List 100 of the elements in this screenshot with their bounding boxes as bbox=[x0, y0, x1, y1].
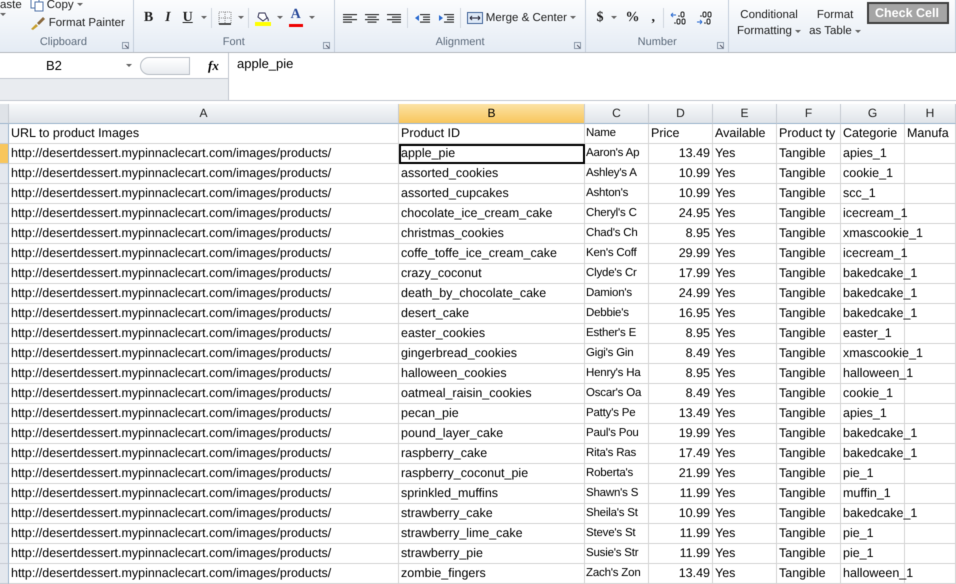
formula-bar-resize-handle[interactable] bbox=[140, 56, 190, 74]
table-cell: Tangible bbox=[779, 566, 826, 580]
table-cell: http://desertdessert.mypinnaclecart.com/images/products/ bbox=[11, 326, 332, 340]
number-format-button[interactable]: , bbox=[647, 10, 659, 26]
row-header[interactable] bbox=[0, 224, 9, 244]
row-header[interactable] bbox=[0, 164, 9, 184]
column-header[interactable]: G bbox=[841, 104, 905, 124]
bold-button[interactable]: B bbox=[140, 10, 158, 26]
column-header[interactable]: F bbox=[777, 104, 841, 124]
row-header[interactable] bbox=[0, 144, 9, 164]
table-cell: Yes bbox=[715, 386, 736, 400]
row-header[interactable] bbox=[0, 204, 9, 224]
align-left-button[interactable] bbox=[340, 11, 359, 25]
column-header[interactable]: H bbox=[905, 104, 956, 124]
table-cell: strawberry_pie bbox=[401, 546, 483, 560]
table-cell: http://desertdessert.mypinnaclecart.com/images/products/ bbox=[11, 426, 332, 440]
currency-button[interactable]: $ bbox=[592, 10, 608, 26]
table-cell: Yes bbox=[715, 286, 736, 300]
table-cell: gingerbread_cookies bbox=[401, 346, 518, 360]
table-cell: 29.99 bbox=[678, 246, 710, 260]
table-cell: 10.99 bbox=[678, 166, 710, 180]
table-cell: Rita's Ras bbox=[586, 447, 636, 459]
table-cell: 24.95 bbox=[678, 206, 710, 220]
row-header[interactable] bbox=[0, 424, 9, 444]
column-header[interactable]: B bbox=[399, 104, 585, 124]
table-cell: http://desertdessert.mypinnaclecart.com/images/products/ bbox=[11, 246, 332, 260]
table-cell: Manufa bbox=[907, 126, 949, 140]
table-cell: 8.95 bbox=[686, 226, 710, 240]
dialog-launcher-icon[interactable] bbox=[322, 42, 330, 49]
table-cell: http://desertdessert.mypinnaclecart.com/images/products/ bbox=[11, 446, 332, 460]
table-cell: 24.99 bbox=[678, 286, 710, 300]
merge-center-button[interactable]: Merge & Center bbox=[464, 11, 578, 25]
row-header[interactable] bbox=[0, 124, 9, 144]
select-all-button[interactable] bbox=[0, 104, 9, 124]
table-cell: Yes bbox=[715, 566, 736, 580]
table-cell: URL to product Images bbox=[11, 126, 140, 140]
row-header[interactable] bbox=[0, 364, 9, 384]
table-cell: Yes bbox=[715, 406, 736, 420]
table-cell: easter_1 bbox=[843, 326, 892, 340]
row-header[interactable] bbox=[0, 444, 9, 464]
table-cell: 19.99 bbox=[678, 426, 710, 440]
table-cell: zombie_fingers bbox=[401, 566, 486, 580]
row-header[interactable] bbox=[0, 344, 9, 364]
table-cell: Esther's E bbox=[586, 327, 636, 339]
active-cell[interactable]: apple_pie bbox=[401, 146, 456, 160]
table-cell: Tangible bbox=[779, 546, 826, 560]
row-header[interactable] bbox=[0, 244, 9, 264]
table-cell: 13.49 bbox=[678, 146, 710, 160]
formula-input[interactable]: apple_pie bbox=[229, 53, 956, 100]
dialog-launcher-icon[interactable] bbox=[574, 42, 582, 49]
table-cell: http://desertdessert.mypinnaclecart.com/images/products/ bbox=[11, 406, 332, 420]
styles-button[interactable]: Format as Table bbox=[807, 8, 863, 38]
row-header[interactable] bbox=[0, 264, 9, 284]
row-header[interactable] bbox=[0, 404, 9, 424]
paste-button[interactable]: aste bbox=[0, 0, 24, 18]
row-header[interactable] bbox=[0, 464, 9, 484]
number-format-button[interactable]: % bbox=[621, 10, 644, 26]
row-header[interactable] bbox=[0, 484, 9, 504]
format-painter-button[interactable]: Format Painter bbox=[28, 15, 127, 31]
table-cell: 8.95 bbox=[686, 326, 710, 340]
table-cell: Clyde's Cr bbox=[586, 267, 637, 279]
column-header[interactable]: E bbox=[713, 104, 777, 124]
caret-icon bbox=[570, 16, 576, 20]
borders-button[interactable] bbox=[216, 10, 234, 26]
italic-button[interactable]: I bbox=[161, 10, 175, 26]
table-cell: apies_1 bbox=[843, 146, 887, 160]
caret-icon bbox=[200, 16, 207, 20]
table-cell: Tangible bbox=[779, 366, 826, 380]
table-cell: http://desertdessert.mypinnaclecart.com/images/products/ bbox=[11, 186, 332, 200]
dialog-launcher-icon[interactable] bbox=[122, 42, 129, 49]
table-cell: Oscar's Oa bbox=[586, 387, 642, 399]
column-header[interactable]: A bbox=[9, 104, 399, 124]
row-header[interactable] bbox=[0, 284, 9, 304]
merge-cells-icon bbox=[466, 12, 483, 24]
dialog-launcher-icon[interactable] bbox=[716, 42, 724, 49]
align-center-button[interactable] bbox=[362, 11, 381, 25]
align-right-button[interactable] bbox=[384, 11, 403, 25]
row-header[interactable] bbox=[0, 184, 9, 204]
copy-button[interactable]: Copy bbox=[28, 0, 127, 13]
table-cell: Tangible bbox=[779, 406, 826, 420]
row-header[interactable] bbox=[0, 544, 9, 564]
styles-button[interactable]: Conditional Formatting bbox=[734, 8, 804, 38]
row-header[interactable] bbox=[0, 524, 9, 544]
row-header[interactable] bbox=[0, 564, 9, 584]
row-header[interactable] bbox=[0, 384, 9, 404]
table-cell: Zach's Zon bbox=[586, 567, 641, 579]
column-header[interactable]: D bbox=[649, 104, 713, 124]
row-header[interactable] bbox=[0, 504, 9, 524]
insert-function-button[interactable]: fx bbox=[208, 58, 219, 74]
font-color-button[interactable]: A bbox=[286, 8, 305, 28]
align-center-icon bbox=[364, 12, 379, 24]
underline-button[interactable]: U bbox=[178, 10, 197, 26]
table-cell: strawberry_cake bbox=[401, 506, 493, 520]
table-cell: http://desertdessert.mypinnaclecart.com/images/products/ bbox=[11, 386, 332, 400]
table-cell: Steve's St bbox=[586, 527, 636, 539]
row-header[interactable] bbox=[0, 324, 9, 344]
row-header[interactable] bbox=[0, 304, 9, 324]
table-cell: Yes bbox=[715, 146, 736, 160]
column-header[interactable]: C bbox=[585, 104, 649, 124]
caret-icon bbox=[611, 16, 618, 20]
